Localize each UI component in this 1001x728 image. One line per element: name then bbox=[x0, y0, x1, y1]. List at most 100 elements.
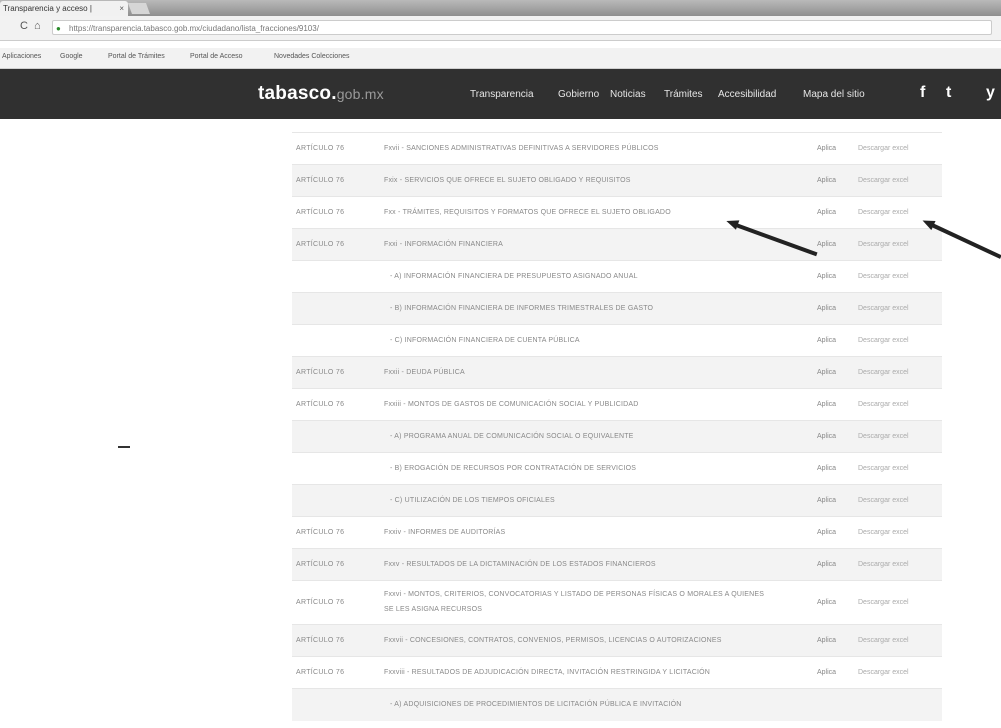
table-row: ARTÍCULO 76 Fxxiv - INFORMES DE AUDITORÍA… bbox=[292, 516, 942, 549]
articulo-cell: ARTÍCULO 76 bbox=[296, 177, 345, 184]
aplica-cell: Aplica bbox=[817, 273, 837, 280]
url-text: https://transparencia.tabasco.gob.mx/ciu… bbox=[69, 24, 319, 33]
nav-noticias[interactable]: Noticias bbox=[610, 89, 646, 100]
dash-mark bbox=[118, 446, 130, 448]
descargar-link[interactable]: Descargar excel bbox=[858, 177, 909, 184]
twitter-icon[interactable]: t bbox=[946, 84, 951, 102]
aplica-cell: Aplica bbox=[817, 599, 837, 606]
fraccion-cell[interactable]: - A) PROGRAMA ANUAL DE COMUNICACIÓN SOCI… bbox=[390, 433, 634, 440]
table-row: - A) INFORMACIÓN FINANCIERA DE PRESUPUES… bbox=[292, 260, 942, 293]
fraccion-cell[interactable]: Fxxiii - MONTOS DE GASTOS DE COMUNICACIÓ… bbox=[384, 401, 639, 408]
nav-accesibilidad[interactable]: Accesibilidad bbox=[718, 89, 776, 100]
site-header: tabasco.gob.mx Transparencia Gobierno No… bbox=[0, 69, 1001, 119]
table-row: - C) UTILIZACIÓN DE LOS TIEMPOS OFICIALE… bbox=[292, 484, 942, 517]
articulo-cell: ARTÍCULO 76 bbox=[296, 241, 345, 248]
logo-main: tabasco. bbox=[258, 83, 337, 104]
articulo-cell: ARTÍCULO 76 bbox=[296, 369, 345, 376]
descargar-link[interactable]: Descargar excel bbox=[858, 337, 909, 344]
descargar-link[interactable]: Descargar excel bbox=[858, 401, 909, 408]
articulo-cell: ARTÍCULO 76 bbox=[296, 529, 345, 536]
nav-transparencia[interactable]: Transparencia bbox=[470, 89, 534, 100]
aplica-cell: Aplica bbox=[817, 337, 837, 344]
browser-tab[interactable]: Transparencia y acceso | × bbox=[0, 1, 128, 16]
logo-sub: gob.mx bbox=[336, 86, 384, 102]
articulo-cell: ARTÍCULO 76 bbox=[296, 209, 345, 216]
articulo-cell: ARTÍCULO 76 bbox=[296, 599, 345, 606]
lock-icon: ● bbox=[56, 24, 61, 33]
aplica-cell: Aplica bbox=[817, 305, 837, 312]
table-row: ARTÍCULO 76 Fxxvii - CONCESIONES, CONTRAT… bbox=[292, 624, 942, 657]
table-row: ARTÍCULO 76 Fxxviii - RESULTADOS DE ADJUD… bbox=[292, 656, 942, 689]
new-tab-button[interactable] bbox=[127, 3, 151, 14]
descargar-link[interactable]: Descargar excel bbox=[858, 529, 909, 536]
youtube-icon[interactable]: y bbox=[986, 84, 995, 102]
table-row: - B) EROGACIÓN DE RECURSOS POR CONTRATAC… bbox=[292, 452, 942, 485]
fraccion-cell[interactable]: Fxix - SERVICIOS QUE OFRECE EL SUJETO OB… bbox=[384, 177, 631, 184]
address-bar-row: C ⌂ ● https://transparencia.tabasco.gob.… bbox=[0, 16, 1001, 41]
fraccion-cell[interactable]: Fxxviii - RESULTADOS DE ADJUDICACIÓN DIR… bbox=[384, 669, 710, 676]
tab-close-icon[interactable]: × bbox=[119, 1, 124, 16]
articulo-cell: ARTÍCULO 76 bbox=[296, 669, 345, 676]
table-row: ARTÍCULO 76 Fxix - SERVICIOS QUE OFRECE E… bbox=[292, 164, 942, 197]
fraccion-cell[interactable]: - B) EROGACIÓN DE RECURSOS POR CONTRATAC… bbox=[390, 465, 636, 472]
aplica-cell: Aplica bbox=[817, 369, 837, 376]
descargar-link[interactable]: Descargar excel bbox=[858, 561, 909, 568]
site-logo[interactable]: tabasco.gob.mx bbox=[258, 83, 384, 105]
bookmark-item[interactable]: Aplicaciones bbox=[2, 53, 41, 60]
fraccion-cell[interactable]: - C) UTILIZACIÓN DE LOS TIEMPOS OFICIALE… bbox=[390, 497, 555, 504]
descargar-link[interactable]: Descargar excel bbox=[858, 599, 909, 606]
table-row: ARTÍCULO 76 Fxx - TRÁMITES, REQUISITOS Y … bbox=[292, 196, 942, 229]
fraccion-cell[interactable]: - C) INFORMACIÓN FINANCIERA DE CUENTA PÚ… bbox=[390, 337, 580, 344]
bookmark-item[interactable]: Novedades Colecciones bbox=[274, 53, 350, 60]
descargar-link[interactable]: Descargar excel bbox=[858, 497, 909, 504]
home-icon[interactable]: ⌂ bbox=[34, 20, 41, 32]
table-row: - C) INFORMACIÓN FINANCIERA DE CUENTA PÚ… bbox=[292, 324, 942, 357]
fraccion-cell[interactable]: Fxx - TRÁMITES, REQUISITOS Y FORMATOS QU… bbox=[384, 209, 671, 216]
fraccion-cell[interactable]: Fxxiv - INFORMES DE AUDITORÍAS bbox=[384, 529, 505, 536]
facebook-icon[interactable]: f bbox=[920, 84, 925, 102]
fraccion-cell[interactable]: - A) ADQUISICIONES DE PROCEDIMIENTOS DE … bbox=[390, 701, 682, 708]
nav-mapa-del-sitio[interactable]: Mapa del sitio bbox=[803, 89, 865, 100]
tab-title: Transparencia y acceso | bbox=[3, 4, 92, 13]
aplica-cell: Aplica bbox=[817, 145, 837, 152]
table-row: ARTÍCULO 76 Fxxi - INFORMACIÓN FINANCIERA… bbox=[292, 228, 942, 261]
table-row: ARTÍCULO 76 Fxvii - SANCIONES ADMINISTRAT… bbox=[292, 132, 942, 165]
table-row: - A) ADQUISICIONES DE PROCEDIMIENTOS DE … bbox=[292, 688, 942, 721]
descargar-link[interactable]: Descargar excel bbox=[858, 465, 909, 472]
articulo-cell: ARTÍCULO 76 bbox=[296, 401, 345, 408]
descargar-link[interactable]: Descargar excel bbox=[858, 145, 909, 152]
fraccion-cell[interactable]: - B) INFORMACIÓN FINANCIERA DE INFORMES … bbox=[390, 305, 653, 312]
nav-gobierno[interactable]: Gobierno bbox=[558, 89, 599, 100]
aplica-cell: Aplica bbox=[817, 497, 837, 504]
fraccion-cell[interactable]: - A) INFORMACIÓN FINANCIERA DE PRESUPUES… bbox=[390, 273, 638, 280]
descargar-link[interactable]: Descargar excel bbox=[858, 305, 909, 312]
fraccion-cell[interactable]: Fxxv - RESULTADOS DE LA DICTAMINACIÓN DE… bbox=[384, 561, 656, 568]
reload-icon[interactable]: C bbox=[20, 20, 28, 32]
aplica-cell: Aplica bbox=[817, 433, 837, 440]
articulo-cell: ARTÍCULO 76 bbox=[296, 145, 345, 152]
bookmark-item[interactable]: Portal de Trámites bbox=[108, 53, 165, 60]
descargar-link[interactable]: Descargar excel bbox=[858, 433, 909, 440]
descargar-link[interactable]: Descargar excel bbox=[858, 209, 909, 216]
table-row: ARTÍCULO 76 Fxxii - DEUDA PÚBLICA Aplica De… bbox=[292, 356, 942, 389]
aplica-cell: Aplica bbox=[817, 637, 837, 644]
fraccion-cell[interactable]: Fxxi - INFORMACIÓN FINANCIERA bbox=[384, 241, 503, 248]
descargar-link[interactable]: Descargar excel bbox=[858, 241, 909, 248]
descargar-link[interactable]: Descargar excel bbox=[858, 669, 909, 676]
fraccion-cell[interactable]: Fxxii - DEUDA PÚBLICA bbox=[384, 369, 465, 376]
descargar-link[interactable]: Descargar excel bbox=[858, 637, 909, 644]
url-input[interactable]: ● https://transparencia.tabasco.gob.mx/c… bbox=[52, 20, 992, 35]
fraccion-cell[interactable]: Fxxvii - CONCESIONES, CONTRATOS, CONVENI… bbox=[384, 637, 722, 644]
descargar-link[interactable]: Descargar excel bbox=[858, 273, 909, 280]
table-row: ARTÍCULO 76 Fxxiii - MONTOS DE GASTOS DE … bbox=[292, 388, 942, 421]
fraccion-cell[interactable]: Fxvii - SANCIONES ADMINISTRATIVAS DEFINI… bbox=[384, 145, 659, 152]
descargar-link[interactable]: Descargar excel bbox=[858, 369, 909, 376]
articulo-cell: ARTÍCULO 76 bbox=[296, 561, 345, 568]
table-row: - B) INFORMACIÓN FINANCIERA DE INFORMES … bbox=[292, 292, 942, 325]
aplica-cell: Aplica bbox=[817, 401, 837, 408]
articulo-cell: ARTÍCULO 76 bbox=[296, 637, 345, 644]
bookmark-item[interactable]: Portal de Acceso bbox=[190, 53, 243, 60]
bookmark-item[interactable]: Google bbox=[60, 53, 83, 60]
fraccion-cell[interactable]: Fxxvi - MONTOS, CRITERIOS, CONVOCATORIAS… bbox=[384, 587, 774, 617]
nav-tramites[interactable]: Trámites bbox=[664, 89, 703, 100]
